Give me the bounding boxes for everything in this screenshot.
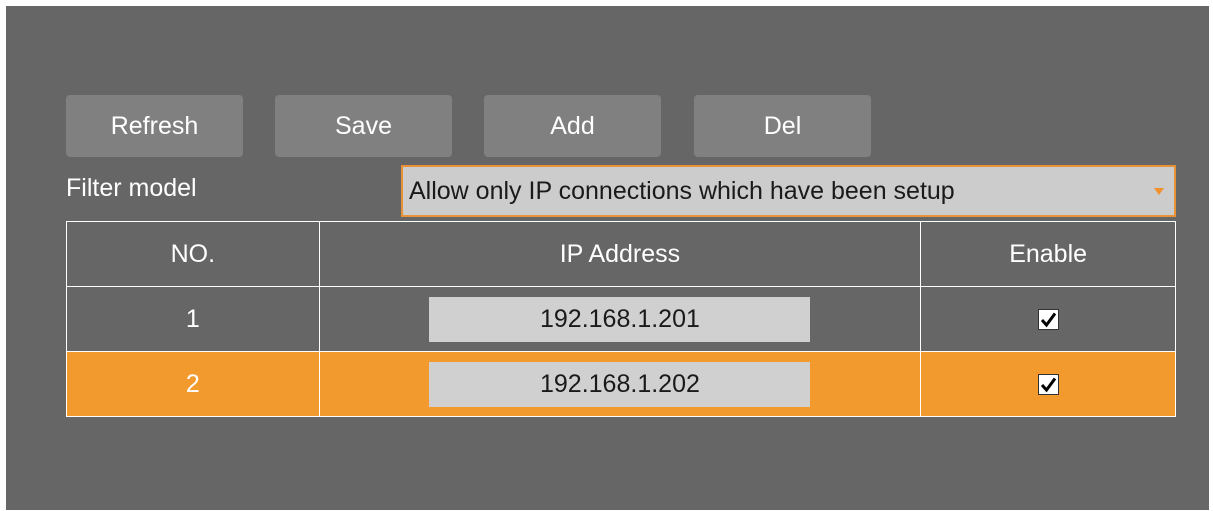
header-no: NO. xyxy=(66,221,320,287)
checkmark-icon xyxy=(1040,312,1056,328)
table-row[interactable]: 2 192.168.1.202 xyxy=(66,351,1176,417)
ip-cell: 192.168.1.202 xyxy=(318,351,922,417)
chevron-down-icon xyxy=(1154,188,1164,195)
enable-checkbox[interactable] xyxy=(1037,309,1059,331)
filter-model-select[interactable]: Allow only IP connections which have bee… xyxy=(401,165,1176,217)
header-enable: Enable xyxy=(920,221,1176,287)
row-no: 1 xyxy=(66,286,320,352)
filter-model-value: Allow only IP connections which have bee… xyxy=(409,176,955,205)
ip-address-field[interactable]: 192.168.1.202 xyxy=(429,361,811,407)
table-row[interactable]: 1 192.168.1.201 xyxy=(66,286,1176,352)
ip-table: NO. IP Address Enable 1 192.168.1.201 2 … xyxy=(66,221,1176,417)
enable-cell xyxy=(920,286,1176,352)
ip-filter-panel: Refresh Save Add Del Filter model Allow … xyxy=(6,6,1209,510)
checkmark-icon xyxy=(1040,377,1056,393)
enable-cell xyxy=(920,351,1176,417)
enable-checkbox[interactable] xyxy=(1037,374,1059,396)
ip-cell: 192.168.1.201 xyxy=(318,286,922,352)
save-button[interactable]: Save xyxy=(275,95,452,157)
add-button[interactable]: Add xyxy=(484,95,661,157)
refresh-button[interactable]: Refresh xyxy=(66,95,243,157)
del-button[interactable]: Del xyxy=(694,95,871,157)
ip-address-field[interactable]: 192.168.1.201 xyxy=(429,296,811,342)
table-header-row: NO. IP Address Enable xyxy=(66,221,1176,287)
header-ip-address: IP Address xyxy=(318,221,922,287)
filter-model-label: Filter model xyxy=(66,174,197,202)
row-no: 2 xyxy=(66,351,320,417)
